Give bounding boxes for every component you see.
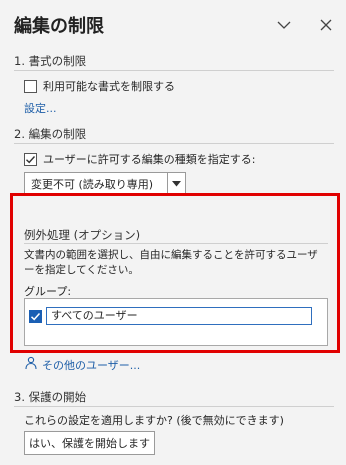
editing-restriction-checkbox[interactable]: ユーザーに許可する編集の種類を指定する: bbox=[24, 151, 256, 167]
editing-type-value: 変更不可 (読み取り専用) bbox=[31, 178, 154, 191]
protection-question: これらの設定を適用しますか? (後で無効にできます) bbox=[24, 414, 284, 427]
restrict-formatting-label: 利用可能な書式を制限する bbox=[43, 80, 175, 93]
group-name: すべてのユーザー bbox=[46, 307, 312, 325]
groups-list[interactable]: すべてのユーザー bbox=[24, 298, 328, 346]
exceptions-title: 例外処理 (オプション) bbox=[24, 228, 141, 242]
restrict-formatting-checkbox[interactable]: 利用可能な書式を制限する bbox=[24, 78, 175, 94]
section2-title: 2. 編集の制限 bbox=[14, 127, 87, 141]
panel-title: 編集の制限 bbox=[14, 16, 104, 37]
add-users-icon[interactable] bbox=[24, 356, 38, 370]
chevron-down-icon[interactable] bbox=[276, 17, 292, 33]
select-arrow-icon[interactable] bbox=[167, 173, 185, 195]
checkbox-unchecked[interactable] bbox=[24, 79, 37, 93]
settings-link[interactable]: 設定... bbox=[24, 100, 57, 116]
list-item[interactable]: すべてのユーザー bbox=[29, 307, 312, 325]
more-users-link[interactable]: その他のユーザー... bbox=[42, 357, 140, 373]
start-protection-button[interactable]: はい、保護を開始します bbox=[24, 431, 155, 455]
section1-divider bbox=[14, 70, 334, 71]
close-icon[interactable] bbox=[318, 17, 334, 33]
checkbox-checked[interactable] bbox=[24, 152, 37, 166]
exceptions-divider bbox=[24, 243, 328, 244]
section3-divider bbox=[14, 406, 334, 407]
section1-title: 1. 書式の制限 bbox=[14, 54, 87, 68]
section2-divider bbox=[14, 143, 334, 144]
group-checkbox-checked[interactable] bbox=[29, 309, 42, 323]
groups-label: グループ: bbox=[24, 285, 72, 298]
section3-title: 3. 保護の開始 bbox=[14, 390, 87, 404]
exceptions-description: 文書内の範囲を選択し、自由に編集することを許可するユーザーを指定してください。 bbox=[24, 249, 318, 276]
editing-restriction-label: ユーザーに許可する編集の種類を指定する: bbox=[43, 153, 256, 166]
